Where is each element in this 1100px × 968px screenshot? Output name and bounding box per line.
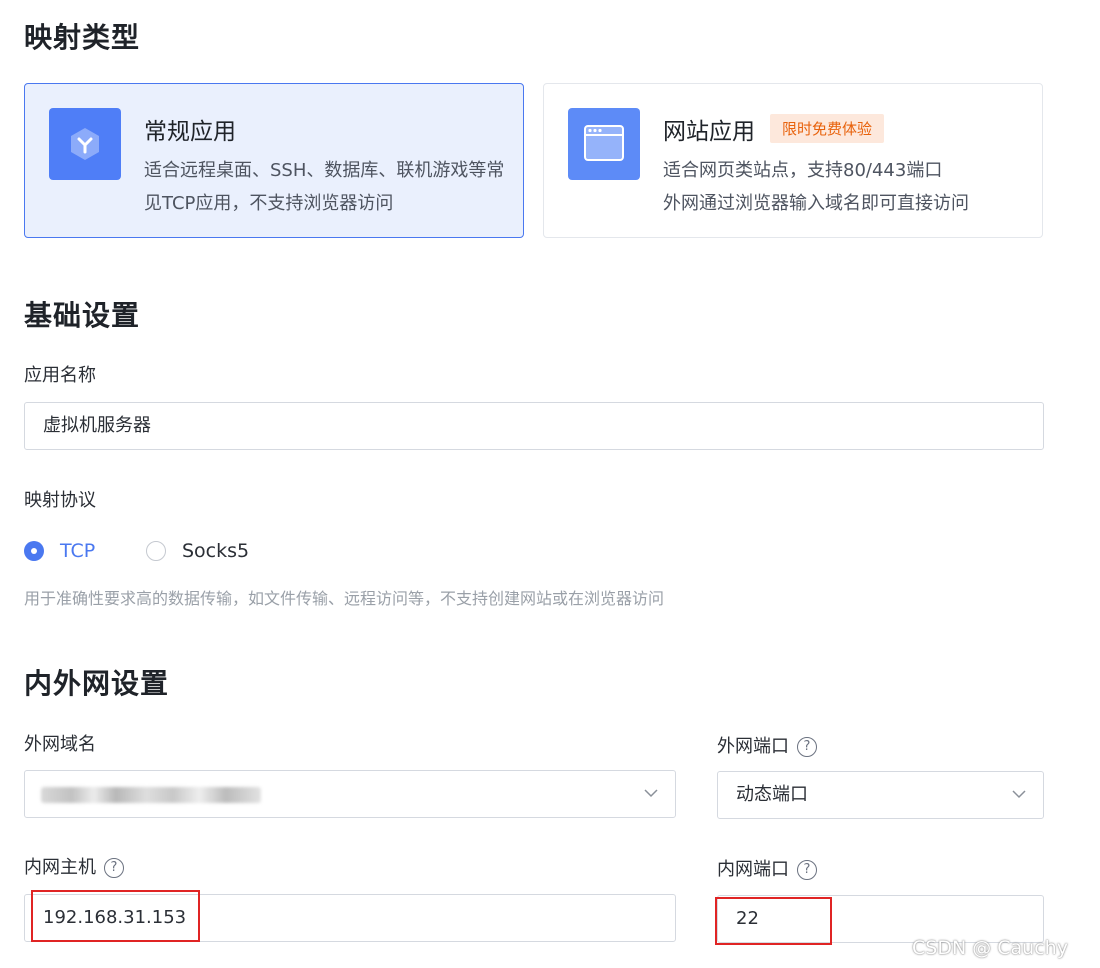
free-trial-badge: 限时免费体验 — [770, 114, 885, 143]
app-y-icon — [49, 108, 121, 180]
section-title-mapping-type: 映射类型 — [24, 21, 141, 54]
protocol-label: 映射协议 — [24, 490, 96, 511]
help-icon[interactable]: ? — [104, 858, 124, 878]
external-domain-select[interactable] — [24, 770, 676, 818]
protocol-hint: 用于准确性要求高的数据传输，如文件传输、远程访问等，不支持创建网站或在浏览器访问 — [24, 589, 665, 608]
section-title-network: 内外网设置 — [24, 667, 170, 700]
help-icon[interactable]: ? — [797, 860, 817, 880]
card-website-title: 网站应用 — [663, 119, 755, 145]
chevron-down-icon — [1012, 790, 1026, 799]
radio-tcp[interactable]: TCP — [24, 538, 95, 564]
app-name-input[interactable]: 虚拟机服务器 — [24, 402, 1044, 450]
blurred-domain-text — [41, 787, 261, 803]
radio-socks5[interactable]: Socks5 — [146, 538, 249, 564]
card-website-desc-line1: 适合网页类站点，支持80/443端口 — [663, 160, 943, 181]
card-website-desc-line2: 外网通过浏览器输入域名即可直接访问 — [663, 193, 969, 214]
highlight-box-internal-port — [715, 897, 832, 945]
external-port-label-wrap: 外网端口? — [717, 732, 817, 758]
card-regular-desc: 适合远程桌面、SSH、数据库、联机游戏等常见TCP应用，不支持浏览器访问 — [144, 160, 505, 214]
internal-port-label-wrap: 内网端口? — [717, 855, 817, 881]
section-title-basic: 基础设置 — [24, 299, 141, 332]
help-icon[interactable]: ? — [797, 737, 817, 757]
external-domain-label: 外网域名 — [24, 734, 96, 755]
card-regular-app[interactable]: 常规应用 适合远程桌面、SSH、数据库、联机游戏等常见TCP应用，不支持浏览器访… — [24, 83, 524, 238]
radio-checked-icon — [24, 541, 44, 561]
radio-unchecked-icon — [146, 541, 166, 561]
card-regular-title: 常规应用 — [144, 119, 236, 145]
card-website-app[interactable]: 网站应用 限时免费体验 适合网页类站点，支持80/443端口 外网通过浏览器输入… — [543, 83, 1043, 238]
card-website-desc: 适合网页类站点，支持80/443端口 外网通过浏览器输入域名即可直接访问 — [663, 154, 1033, 220]
internal-port-label: 内网端口 — [717, 859, 789, 880]
highlight-box-internal-host — [31, 890, 200, 942]
app-name-label: 应用名称 — [24, 365, 96, 386]
internal-host-label: 内网主机 — [24, 857, 96, 878]
radio-socks5-label: Socks5 — [182, 540, 250, 562]
watermark: CSDN @ Cauchy — [912, 937, 1068, 959]
external-port-select[interactable]: 动态端口 — [717, 771, 1044, 819]
browser-window-icon — [568, 108, 640, 180]
radio-tcp-label: TCP — [60, 540, 96, 562]
external-port-label: 外网端口 — [717, 736, 789, 757]
internal-host-label-wrap: 内网主机? — [24, 853, 124, 879]
chevron-down-icon — [644, 789, 658, 798]
external-port-value: 动态端口 — [736, 784, 808, 805]
